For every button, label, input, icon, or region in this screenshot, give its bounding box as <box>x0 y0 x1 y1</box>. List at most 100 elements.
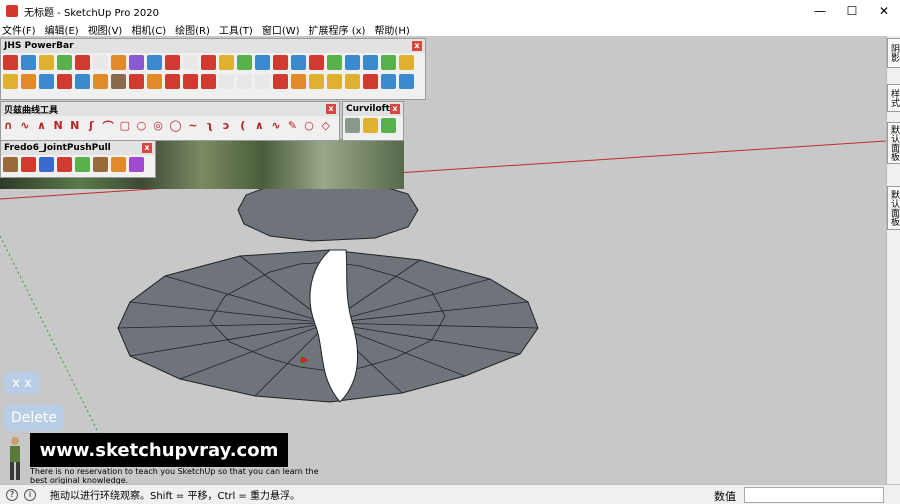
wave-curve-icon[interactable]: ∼ <box>188 118 199 133</box>
follow-push-pull-icon[interactable] <box>75 157 90 172</box>
tool-icon[interactable] <box>327 55 342 70</box>
curviloft-close-icon[interactable]: x <box>390 104 400 114</box>
menu-window[interactable]: 窗口(W) <box>262 22 300 37</box>
tool-icon[interactable] <box>219 74 234 89</box>
loop-icon[interactable]: ○ <box>304 118 315 133</box>
tool-icon[interactable] <box>147 55 162 70</box>
minimize-button[interactable]: — <box>804 0 836 22</box>
geo-location-icon[interactable]: ? <box>6 488 18 501</box>
spline-curve-icon[interactable]: ∿ <box>20 118 31 133</box>
tool-icon[interactable] <box>237 55 252 70</box>
tool-icon[interactable] <box>345 55 360 70</box>
tool-icon[interactable] <box>363 74 378 89</box>
loft-along-path-icon[interactable] <box>381 118 396 133</box>
tool-icon[interactable] <box>201 74 216 89</box>
tool-icon[interactable] <box>363 55 378 70</box>
loft-skinning-icon[interactable] <box>363 118 378 133</box>
arc2-curve-icon[interactable]: ( <box>237 118 248 133</box>
tool-icon[interactable] <box>237 74 252 89</box>
xx-button[interactable]: x x <box>4 372 40 394</box>
tool-icon[interactable] <box>255 74 270 89</box>
bezier-curve-icon[interactable]: ∩ <box>3 118 14 133</box>
tool-icon[interactable] <box>291 55 306 70</box>
extrude-push-pull-icon[interactable] <box>57 157 72 172</box>
menu-file[interactable]: 文件(F) <box>2 22 36 37</box>
tool-icon[interactable] <box>21 55 36 70</box>
info-icon[interactable]: i <box>24 488 36 501</box>
tool-icon[interactable] <box>147 74 162 89</box>
tool-icon[interactable] <box>381 55 396 70</box>
nurbs2-curve-icon[interactable]: ∧ <box>254 118 265 133</box>
undo-push-pull-icon[interactable] <box>129 157 144 172</box>
tool-icon[interactable] <box>3 74 18 89</box>
menu-tools[interactable]: 工具(T) <box>219 22 253 37</box>
menu-extensions[interactable]: 扩展程序 (x) <box>309 22 366 37</box>
tool-icon[interactable] <box>57 74 72 89</box>
tool-icon[interactable] <box>219 55 234 70</box>
delete-button[interactable]: Delete <box>4 405 64 431</box>
tray-tab-default-panel-2[interactable]: 默认面板 <box>887 186 900 230</box>
tool-icon[interactable] <box>111 74 126 89</box>
tray-tab-shadows[interactable]: 阴影 <box>887 38 900 68</box>
tool-icon[interactable] <box>75 55 90 70</box>
tool-icon[interactable] <box>381 74 396 89</box>
tray-tab-default-panel[interactable]: 默认面板 <box>887 122 900 164</box>
tool-icon[interactable] <box>57 55 72 70</box>
spiral-curve-icon[interactable]: ◎ <box>153 118 164 133</box>
bezier-close-icon[interactable]: x <box>326 104 336 114</box>
tool-icon[interactable] <box>111 55 126 70</box>
arc-curve-icon[interactable]: ⌒ <box>103 118 114 133</box>
close-button[interactable]: ✕ <box>868 0 900 22</box>
tray-tab-styles[interactable]: 样式 <box>887 84 900 112</box>
ellipse-curve-icon[interactable]: ◯ <box>169 118 181 133</box>
tool-icon[interactable] <box>165 55 180 70</box>
tool-icon[interactable] <box>399 74 414 89</box>
tool-icon[interactable] <box>183 55 198 70</box>
menu-help[interactable]: 帮助(H) <box>374 22 409 37</box>
fredo-close-icon[interactable]: x <box>142 143 152 153</box>
tool-icon[interactable] <box>183 74 198 89</box>
tool-icon[interactable] <box>129 74 144 89</box>
thicken-push-pull-icon[interactable] <box>111 157 126 172</box>
menu-draw[interactable]: 绘图(R) <box>175 22 210 37</box>
catmull-curve-icon[interactable]: N <box>69 118 80 133</box>
tool-icon[interactable] <box>93 55 108 70</box>
circle-curve-icon[interactable]: ○ <box>136 118 147 133</box>
maximize-button[interactable]: ☐ <box>836 0 868 22</box>
tool-icon[interactable] <box>3 55 18 70</box>
tool-icon[interactable] <box>129 55 144 70</box>
curviloft-toolbar-header[interactable]: Curviloft x <box>343 102 403 116</box>
vector-push-pull-icon[interactable] <box>21 157 36 172</box>
joint-push-pull-icon[interactable] <box>3 157 18 172</box>
menu-camera[interactable]: 相机(C) <box>131 22 166 37</box>
curve-edit-icon[interactable]: ∿ <box>271 118 282 133</box>
tool-icon[interactable] <box>201 55 216 70</box>
tool-icon[interactable] <box>273 74 288 89</box>
tool-icon[interactable] <box>399 55 414 70</box>
hook2-curve-icon[interactable]: ɔ <box>221 118 232 133</box>
tool-icon[interactable] <box>273 55 288 70</box>
menu-view[interactable]: 视图(V) <box>88 22 123 37</box>
nurbs-curve-icon[interactable]: N <box>53 118 64 133</box>
rectangle-curve-icon[interactable]: ▢ <box>120 118 131 133</box>
tool-icon[interactable] <box>327 74 342 89</box>
tool-icon[interactable] <box>165 74 180 89</box>
wrench-icon[interactable]: ✎ <box>287 118 298 133</box>
jhs-close-icon[interactable]: x <box>412 41 422 51</box>
measurements-input[interactable] <box>744 487 884 503</box>
tool-icon[interactable] <box>39 55 54 70</box>
tool-icon[interactable] <box>345 74 360 89</box>
tool-icon[interactable] <box>21 74 36 89</box>
round-push-pull-icon[interactable] <box>93 157 108 172</box>
fspline-curve-icon[interactable]: ʃ <box>86 118 97 133</box>
hook-curve-icon[interactable]: ʅ <box>204 118 215 133</box>
bezier-toolbar-header[interactable]: 贝兹曲线工具 x <box>1 102 339 116</box>
tool-icon[interactable] <box>39 74 54 89</box>
normal-push-pull-icon[interactable] <box>39 157 54 172</box>
tool-icon[interactable] <box>255 55 270 70</box>
tool-icon[interactable] <box>309 55 324 70</box>
fredo-toolbar-header[interactable]: Fredo6_JointPushPull x <box>1 141 155 155</box>
teardrop-icon[interactable]: ◇ <box>320 118 331 133</box>
tool-icon[interactable] <box>291 74 306 89</box>
loft-by-spline-icon[interactable] <box>345 118 360 133</box>
